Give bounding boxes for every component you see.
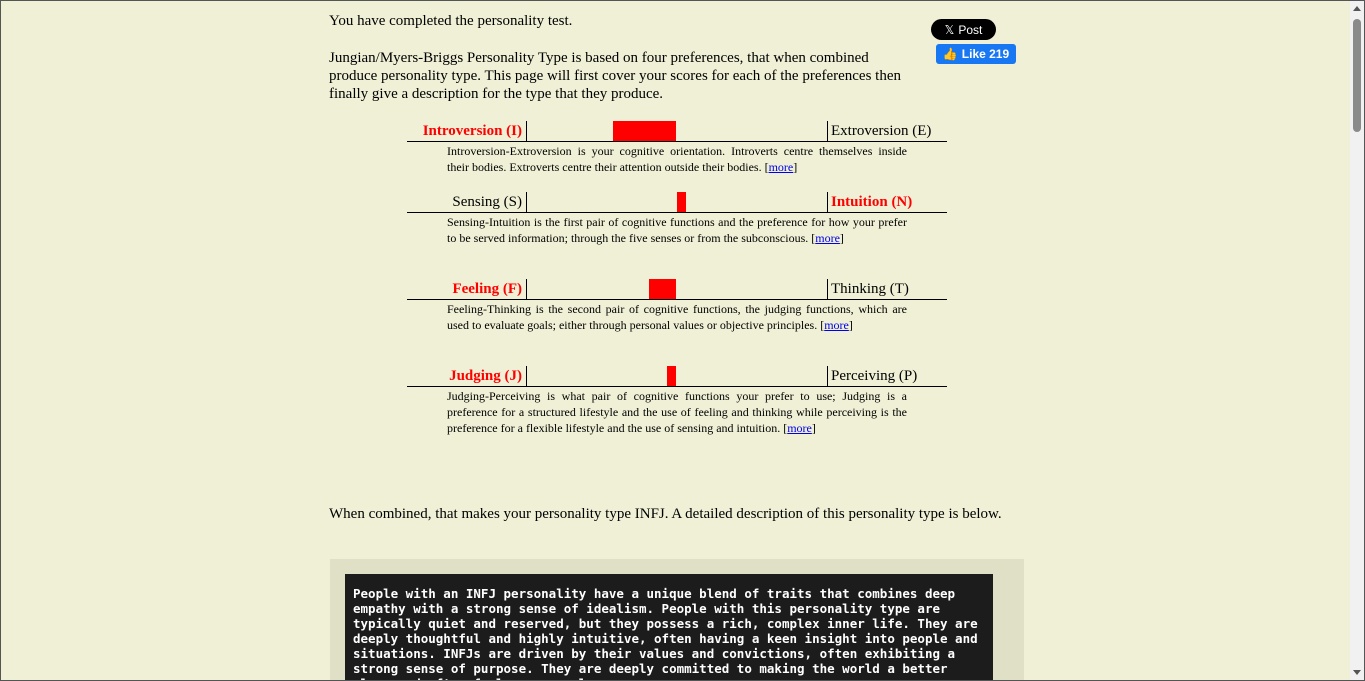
scale-right-edge — [827, 192, 828, 212]
more-link[interactable]: more — [787, 421, 812, 435]
right-preference-label: Perceiving (P) — [831, 368, 918, 384]
x-logo-icon: 𝕏 — [944, 22, 955, 37]
preference-description: Sensing-Intuition is the first pair of c… — [447, 215, 907, 245]
right-preference-label: Extroversion (E) — [831, 123, 932, 139]
scale-right-edge — [827, 279, 828, 299]
x-post-label: Post — [958, 22, 983, 37]
scale-left-edge — [526, 279, 527, 299]
vertical-scrollbar[interactable] — [1350, 1, 1364, 680]
description-text: Judging-Perceiving is what pair of cogni… — [447, 389, 907, 435]
preference-sensing-intuition: Sensing (S) Intuition (N) Sensing-Intuit… — [407, 192, 947, 245]
score-bar — [613, 121, 676, 141]
facebook-like-label: Like 219 — [961, 47, 1010, 61]
score-bar — [649, 279, 676, 299]
more-link[interactable]: more — [815, 231, 840, 245]
preference-scale: Sensing (S) Intuition (N) — [407, 192, 947, 213]
completion-message: You have completed the personality test. — [329, 13, 573, 29]
score-bar — [667, 366, 676, 386]
more-link[interactable]: more — [824, 318, 849, 332]
left-preference-label: Sensing (S) — [452, 194, 522, 210]
preference-judging-perceiving: Judging (J) Perceiving (P) Judging-Perce… — [407, 366, 947, 435]
facebook-like-button[interactable]: 👍 Like 219 — [936, 44, 1016, 64]
preference-scale: Feeling (F) Thinking (T) — [407, 279, 947, 300]
scroll-down-arrow-icon[interactable] — [1353, 670, 1361, 675]
preference-scale: Judging (J) Perceiving (P) — [407, 366, 947, 387]
right-preference-label: Thinking (T) — [831, 281, 909, 297]
type-description-text: People with an INFJ personality have a u… — [345, 574, 993, 680]
left-preference-label: Introversion (I) — [422, 123, 522, 139]
scroll-up-arrow-icon[interactable] — [1353, 6, 1361, 11]
browser-viewport: You have completed the personality test.… — [0, 0, 1365, 681]
scale-right-edge — [827, 121, 828, 141]
preference-description: Feeling-Thinking is the second pair of c… — [447, 302, 907, 332]
thumbs-up-icon: 👍 — [942, 47, 958, 61]
preference-description: Introversion-Extroversion is your cognit… — [447, 144, 907, 174]
scale-left-edge — [526, 192, 527, 212]
description-text: Introversion-Extroversion is your cognit… — [447, 144, 907, 174]
x-post-button[interactable]: 𝕏 Post — [931, 19, 996, 40]
scroll-thumb[interactable] — [1353, 19, 1361, 132]
preference-description: Judging-Perceiving is what pair of cogni… — [447, 389, 907, 435]
preference-scale: Introversion (I) Extroversion (E) — [407, 121, 947, 142]
right-preference-label: Intuition (N) — [831, 194, 913, 210]
intro-explanation: Jungian/Myers-Briggs Personality Type is… — [329, 50, 902, 102]
left-preference-label: Feeling (F) — [452, 281, 522, 297]
preference-introversion-extroversion: Introversion (I) Extroversion (E) Introv… — [407, 121, 947, 174]
score-bar — [677, 192, 686, 212]
left-preference-label: Judging (J) — [449, 368, 522, 384]
scale-right-edge — [827, 366, 828, 386]
combined-type-text: When combined, that makes your personali… — [329, 506, 1002, 522]
scale-left-edge — [526, 366, 527, 386]
scale-left-edge — [526, 121, 527, 141]
type-description-panel: People with an INFJ personality have a u… — [330, 559, 1024, 680]
preference-feeling-thinking: Feeling (F) Thinking (T) Feeling-Thinkin… — [407, 279, 947, 332]
more-link[interactable]: more — [769, 160, 794, 174]
